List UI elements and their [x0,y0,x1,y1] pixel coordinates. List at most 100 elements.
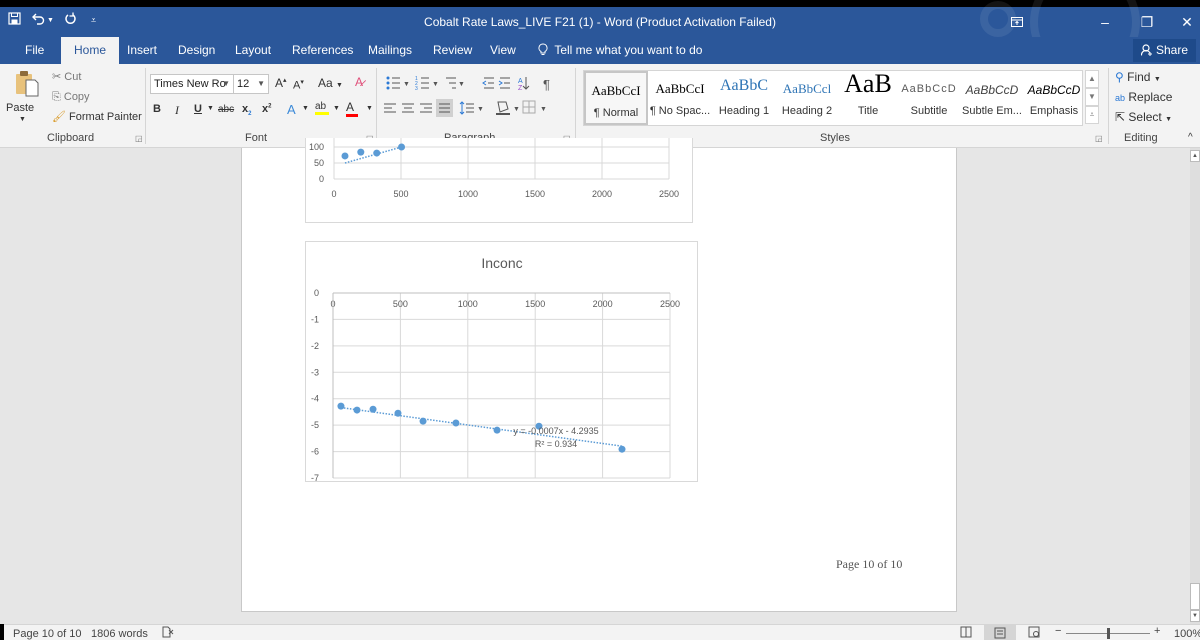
zoom-slider[interactable] [1066,628,1150,639]
style-no-spacing[interactable]: AaBbCcI ¶ No Spac... [648,71,712,125]
decrease-indent-icon[interactable] [482,77,494,89]
chevron-down-icon[interactable]: ▼ [477,106,484,113]
chevron-down-icon[interactable]: ▼ [513,106,520,113]
vertical-scrollbar[interactable]: ▲ ▼ [1190,148,1200,624]
tell-me-search[interactable]: Tell me what you want to do [538,37,702,64]
styles-launcher-icon[interactable]: ◲ [1095,134,1103,143]
font-name-combo[interactable]: Times New Ro ▼ [150,74,234,94]
zoom-slider-thumb[interactable] [1107,628,1110,639]
zoom-level[interactable]: 100% [1174,628,1200,640]
word-count[interactable]: 1806 words [91,628,148,640]
styles-scroll-down-button[interactable]: ▼ [1085,88,1099,106]
chevron-down-icon[interactable]: ▼ [302,105,309,112]
style-name: Subtle Em... [962,105,1022,117]
underline-icon[interactable]: U [194,103,202,115]
style-name: ¶ Normal [593,107,639,119]
underline-dropdown-icon[interactable]: ▼ [207,105,214,112]
scroll-thumb[interactable] [1190,583,1200,610]
style-subtitle[interactable]: AaBbCcD Subtitle [898,71,960,125]
x-tick-label: 2000 [592,189,612,199]
style-name: Emphasis [1029,105,1079,117]
collapse-ribbon-icon[interactable]: ^ [1188,132,1193,143]
cut-button[interactable]: ✂ Cut [52,70,81,83]
style-normal[interactable]: AaBbCcI ¶ Normal [584,71,648,125]
borders-icon[interactable] [522,100,536,114]
proofing-errors-icon[interactable] [162,626,174,640]
paste-icon [16,71,39,97]
multilevel-list-icon[interactable] [446,77,456,89]
copy-button[interactable]: ⎘ Copy [52,91,90,104]
grow-font-icon[interactable]: A▴ [275,76,287,90]
style-title[interactable]: AaB Title [838,69,898,125]
chevron-down-icon[interactable]: ▼ [458,81,465,88]
zoom-out-button[interactable]: − [1055,625,1061,637]
data-point [493,426,501,434]
sort-icon[interactable]: AZ [518,77,530,92]
tab-insert[interactable]: Insert [119,37,165,64]
show-formatting-marks-icon[interactable]: ¶ [543,77,550,92]
superscript-icon[interactable]: x2 [262,103,271,115]
italic-icon[interactable]: I [175,103,179,118]
tab-references[interactable]: References [284,37,361,64]
clear-formatting-icon[interactable]: A̷ [355,75,363,89]
chevron-down-icon[interactable]: ▼ [403,81,410,88]
scroll-up-button[interactable]: ▲ [1190,150,1200,162]
align-left-icon[interactable] [384,103,396,113]
increase-indent-icon[interactable] [498,77,510,89]
close-button[interactable]: ✕ [1172,11,1200,33]
strikethrough-icon[interactable]: abc [218,104,234,115]
tab-review[interactable]: Review [425,37,480,64]
highlight-icon[interactable]: ab [315,101,329,115]
paste-button[interactable]: Paste ▼ [6,68,42,128]
tab-view[interactable]: View [482,37,524,64]
zoom-in-button[interactable]: + [1154,625,1160,637]
style-subtle-emphasis[interactable]: AaBbCcD Subtle Em... [960,71,1024,125]
web-layout-icon[interactable] [1028,626,1040,640]
tab-home[interactable]: Home [61,37,120,64]
tab-design[interactable]: Design [170,37,223,64]
style-heading-2[interactable]: AaBbCcl Heading 2 [776,71,838,125]
minimize-button[interactable]: – [1090,11,1120,33]
tab-layout[interactable]: Layout [227,37,279,64]
restore-button[interactable]: ❐ [1132,11,1162,33]
share-button[interactable]: Share [1132,39,1196,62]
font-size-combo[interactable]: 12 ▼ [233,74,269,94]
chevron-down-icon[interactable]: ▼ [432,81,439,88]
style-heading-1[interactable]: AaBbC Heading 1 [712,71,776,125]
styles-scroll-up-button[interactable]: ▲ [1085,70,1099,88]
style-emphasis[interactable]: AaBbCcD Emphasis [1024,71,1084,125]
chart-1[interactable]: 0 50 100 0 500 1000 1500 2000 2500 [305,138,693,223]
paste-dropdown-icon: ▼ [19,116,26,123]
format-painter-button[interactable]: 🖌 Format Painter [52,110,142,123]
numbering-icon[interactable]: 123 [415,76,429,92]
align-right-icon[interactable] [420,103,432,113]
line-spacing-icon[interactable] [459,101,474,115]
scroll-down-button[interactable]: ▼ [1190,610,1200,622]
change-case-button[interactable]: Aa ▼ [318,76,343,90]
replace-button[interactable]: ab Replace [1115,90,1172,104]
tab-mailings[interactable]: Mailings [360,37,420,64]
shrink-font-icon[interactable]: A▾ [293,78,304,92]
read-mode-icon[interactable] [960,626,972,640]
font-color-icon[interactable]: A [346,100,358,117]
ribbon-display-options-icon[interactable] [1002,11,1032,33]
chart-inconc[interactable]: Inconc0-1-2-3-4-5-6-70500100015002000250… [305,241,698,483]
chevron-down-icon[interactable]: ▼ [540,106,547,113]
select-button[interactable]: ⇱ Select ▼ [1115,110,1172,124]
chevron-down-icon[interactable]: ▼ [333,105,340,112]
print-layout-button[interactable] [984,625,1016,640]
text-effects-icon[interactable]: A [287,102,296,117]
chevron-down-icon: ▼ [257,79,265,88]
document-page[interactable]: 0 50 100 0 500 1000 1500 2000 2500 Inconc 0 -1 -2 -3… [241,138,957,612]
align-center-icon[interactable] [402,103,414,113]
bullets-icon[interactable] [386,76,401,90]
find-button[interactable]: ⚲ Find ▼ [1115,70,1161,84]
tab-file[interactable]: File [17,37,52,64]
subscript-icon[interactable]: x2 [242,103,251,117]
styles-more-button[interactable]: ⩡ [1085,106,1099,124]
page-count[interactable]: Page 10 of 10 [13,628,82,640]
chevron-down-icon[interactable]: ▼ [366,105,373,112]
clipboard-launcher-icon[interactable]: ◲ [135,134,143,143]
bold-icon[interactable]: B [153,103,161,115]
shading-icon[interactable] [496,101,510,115]
